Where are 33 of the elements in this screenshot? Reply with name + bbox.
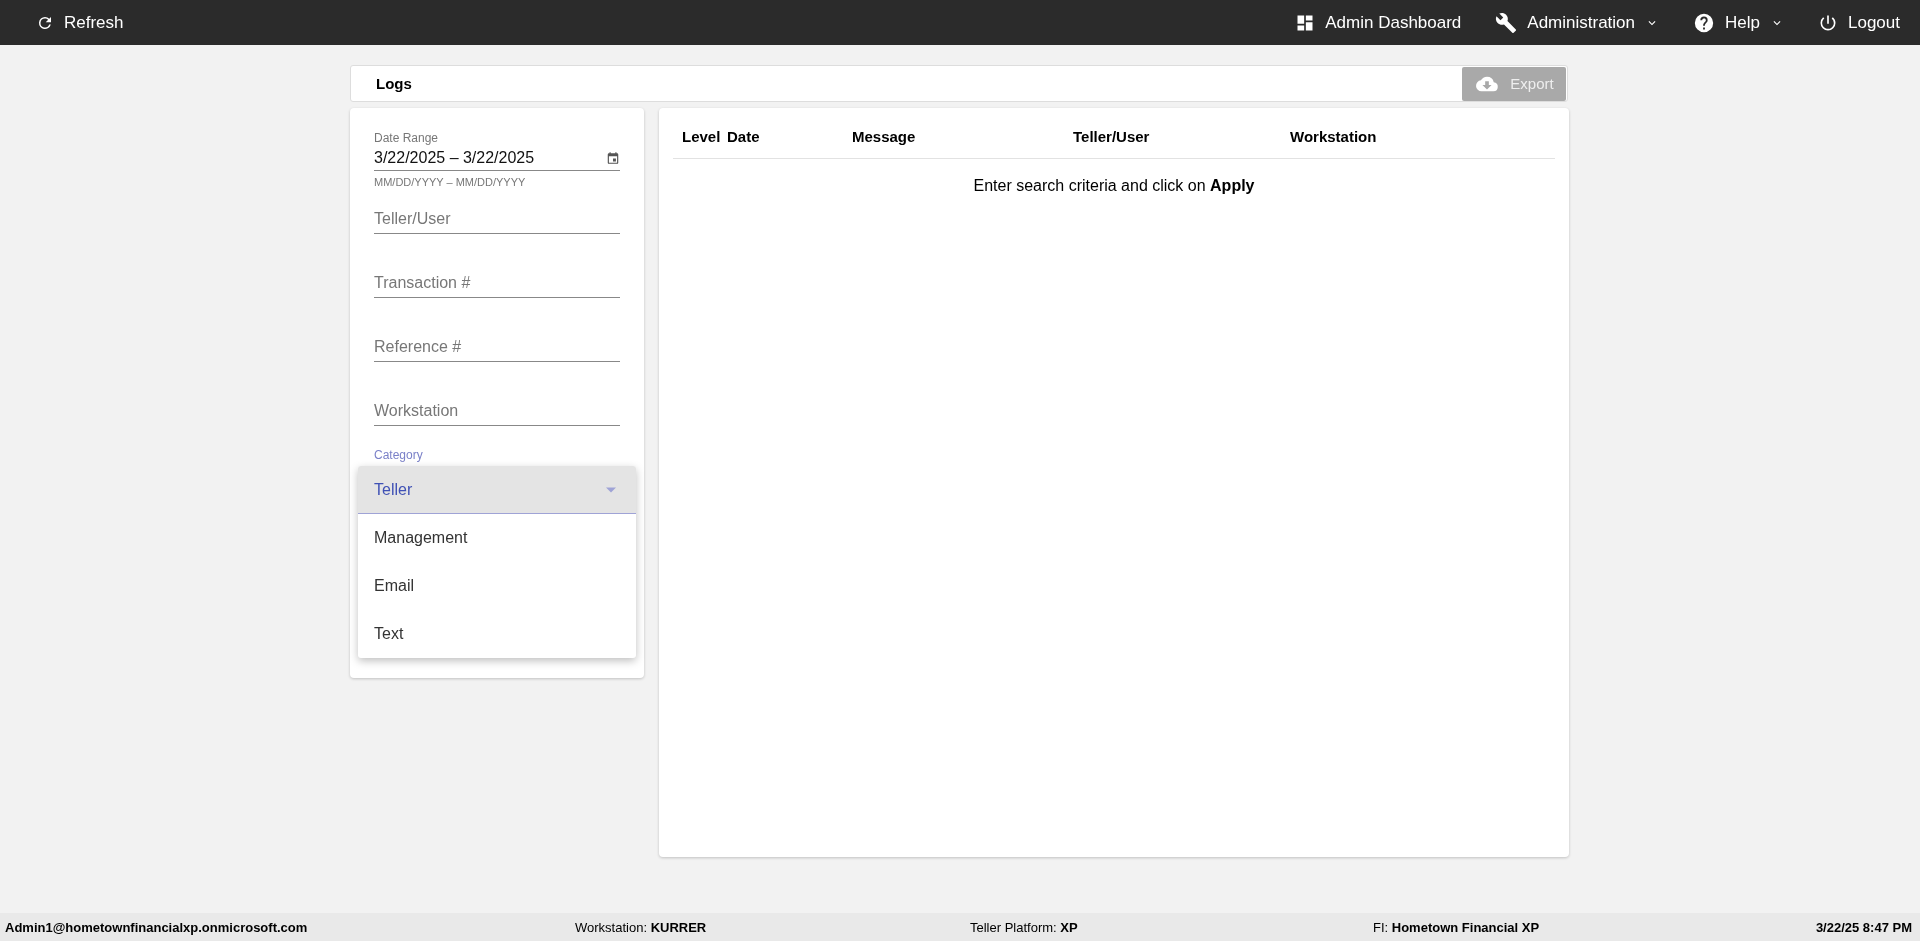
nav-link[interactable]: Admin Dashboard: [1295, 12, 1462, 33]
page-title: Logs: [376, 75, 412, 92]
column-header: Date: [727, 128, 761, 145]
date-range-field[interactable]: 3/22/2025 – 3/22/2025: [374, 145, 620, 171]
menu-option[interactable]: Teller: [358, 466, 636, 514]
input-field[interactable]: Transaction #: [374, 268, 620, 298]
empty-message: Enter search criteria and click on Apply: [973, 177, 1255, 194]
workstation-info: Workstation: KURRER: [575, 919, 707, 935]
column-header: Teller/User: [1073, 128, 1151, 145]
input-field[interactable]: Workstation: [374, 396, 620, 426]
input-field[interactable]: Reference #: [374, 332, 620, 362]
help-icon: [1693, 11, 1716, 34]
field-label: Date Range: [374, 131, 440, 145]
field-hint: MM/DD/YYYY – MM/DD/YYYY: [374, 176, 527, 188]
date-time: 3/22/25 8:47 PM: [1815, 919, 1912, 935]
calendar-icon: [606, 150, 620, 165]
wrench-icon: [1495, 11, 1518, 34]
platform-info: Teller Platform: XP: [970, 919, 1078, 935]
user-email: Admin1@hometownfinancialxp.onmicrosoft.com: [5, 919, 308, 935]
menu-button[interactable]: Help: [1693, 11, 1784, 34]
refresh-button[interactable]: Refresh: [36, 12, 124, 33]
field-label: Category: [374, 448, 424, 462]
column-header: Message: [852, 128, 917, 145]
menu-option[interactable]: Email: [358, 562, 636, 610]
column-header: Level: [682, 128, 722, 145]
dropdown-arrow-icon: [606, 487, 616, 493]
menu-option[interactable]: Management: [358, 514, 636, 562]
menu-option[interactable]: Text: [358, 610, 636, 658]
institution-info: FI: Hometown Financial XP: [1373, 919, 1540, 935]
nav-link[interactable]: Logout: [1818, 12, 1900, 33]
menu-button[interactable]: Administration: [1495, 11, 1660, 34]
input-field[interactable]: Teller/User: [374, 204, 620, 234]
column-header: Workstation: [1290, 128, 1378, 145]
